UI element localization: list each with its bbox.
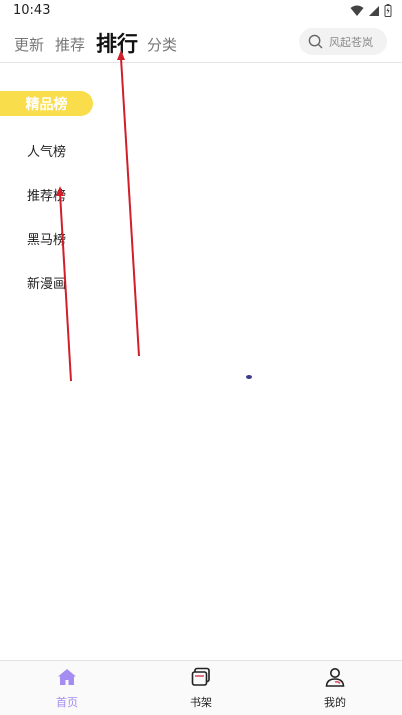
bookshelf-icon bbox=[191, 667, 210, 686]
tab-updates[interactable]: 更新 bbox=[14, 34, 44, 55]
ranking-item-popular[interactable]: 人气榜 bbox=[27, 141, 66, 160]
cellular-icon bbox=[369, 5, 379, 16]
search-placeholder: 风起苍岚 bbox=[329, 35, 373, 49]
nav-bookshelf-label: 书架 bbox=[190, 696, 212, 709]
top-tab-bar: 更新 推荐 排行 分类 风起苍岚 bbox=[0, 24, 402, 63]
ranking-item-premium[interactable]: 精品榜 bbox=[0, 91, 93, 116]
loading-indicator bbox=[246, 375, 252, 379]
nav-bookshelf[interactable]: 书架 bbox=[161, 661, 241, 715]
bottom-nav: 首页 书架 我的 bbox=[0, 660, 402, 715]
ranking-item-recommended[interactable]: 推荐榜 bbox=[27, 185, 66, 204]
tab-category[interactable]: 分类 bbox=[147, 34, 177, 55]
nav-home-label: 首页 bbox=[56, 696, 78, 709]
ranking-item-dark-horse[interactable]: 黑马榜 bbox=[27, 229, 66, 248]
annotation-arrow-ranking bbox=[120, 57, 140, 357]
search-input[interactable]: 风起苍岚 bbox=[299, 28, 387, 55]
tab-ranking[interactable]: 排行 bbox=[96, 28, 138, 58]
nav-profile-label: 我的 bbox=[324, 696, 346, 709]
home-icon bbox=[58, 669, 76, 685]
nav-home[interactable]: 首页 bbox=[27, 661, 107, 715]
status-bar: 10:43 bbox=[0, 0, 402, 24]
wifi-icon bbox=[350, 5, 364, 16]
battery-icon bbox=[384, 4, 392, 17]
tab-recommend[interactable]: 推荐 bbox=[55, 34, 85, 55]
profile-icon bbox=[325, 668, 345, 687]
status-time: 10:43 bbox=[13, 3, 51, 18]
status-icons bbox=[350, 4, 392, 17]
ranking-item-new-comics[interactable]: 新漫画 bbox=[27, 273, 66, 292]
search-icon bbox=[308, 34, 323, 49]
nav-profile[interactable]: 我的 bbox=[295, 661, 375, 715]
